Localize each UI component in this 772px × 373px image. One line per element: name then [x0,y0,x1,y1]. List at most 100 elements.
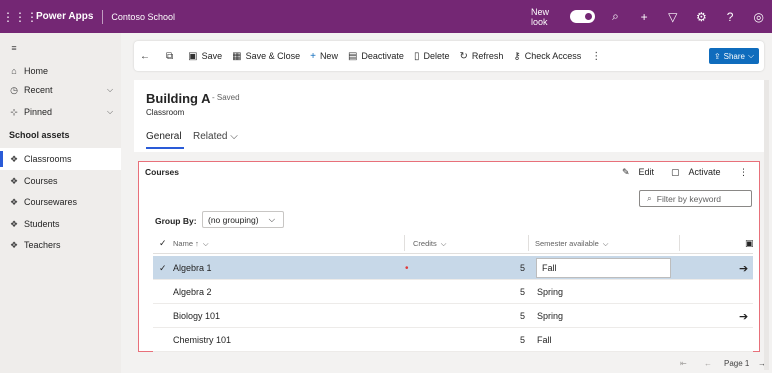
column-header-credits-label: Credits [413,239,437,248]
vertical-scrollbar[interactable] [764,80,769,370]
save-icon: ▣ [188,50,198,62]
active-tab-indicator [146,147,184,149]
add-icon[interactable]: + [630,10,659,24]
column-header-credits[interactable]: Credits ⌵ [413,235,446,252]
edit-label: Edit [638,167,655,177]
popout-icon: ⧉ [166,50,174,62]
previous-page-button[interactable]: ← [704,355,712,371]
open-in-new-window-button[interactable]: ⧉ [160,41,183,71]
refresh-button[interactable]: ↻ Refresh [454,41,508,71]
settings-gear-icon[interactable]: ⚙ [687,10,716,24]
cell-semester[interactable]: Spring [537,304,563,328]
filter-icon[interactable]: ▽ [658,10,687,24]
chevron-down-icon: ⌵ [440,238,447,248]
clock-icon: ◷ [10,84,18,95]
record-entity-name: Classroom [146,108,185,117]
deactivate-button[interactable]: ▤ Deactivate [343,41,409,71]
tab-related-label: Related [193,131,228,142]
tab-general[interactable]: General [146,131,182,142]
share-label: Share [723,51,745,61]
semester-edit-value: Fall [542,263,557,273]
cell-credits[interactable]: 5 [520,304,525,328]
sidebar-section-title: School assets [9,130,70,140]
new-button[interactable]: + New [305,41,343,71]
record-header: Building A - Saved Classroom General Rel… [134,80,764,152]
nav-recent[interactable]: ◷ Recent ⌵ [0,79,121,101]
sidebar-item-courses[interactable]: ❖ Courses [0,170,121,192]
cell-name[interactable]: Algebra 2 [173,280,212,304]
save-button[interactable]: ▣ Save [183,41,227,71]
search-icon[interactable]: ⌕ [601,9,630,24]
cell-credits[interactable]: 5 [520,280,525,304]
tab-related[interactable]: Related ⌵ [193,131,238,142]
more-vertical-icon: ⋮ [739,166,748,177]
app-name[interactable]: Power Apps [36,11,93,22]
cell-credits[interactable]: 5 [520,256,525,280]
filter-by-keyword-input[interactable]: ⌕ Filter by keyword [639,190,752,207]
column-divider[interactable] [679,235,680,251]
copilot-icon[interactable]: ◎ [744,10,772,24]
environment-name[interactable]: Contoso School [111,12,175,22]
semester-edit-field[interactable]: Fall [536,258,671,278]
more-commands-button[interactable]: ⋮ [586,41,610,71]
cell-credits[interactable]: 5 [520,328,525,352]
help-icon[interactable]: ? [716,10,745,24]
column-header-semester[interactable]: Semester available ⌵ [535,235,608,252]
save-close-icon: ▦ [232,50,242,62]
cell-semester[interactable]: Spring [537,280,563,304]
deactivate-icon: ▤ [347,50,358,62]
new-look-toggle[interactable] [570,10,596,23]
deactivate-label: Deactivate [361,51,404,61]
hamburger-icon[interactable]: ≡ [9,43,19,53]
table-row[interactable]: Algebra 2 5 Spring [153,280,753,304]
sidebar-item-coursewares[interactable]: ❖ Coursewares [0,191,121,213]
save-close-label: Save & Close [245,51,301,61]
delete-button[interactable]: ▯ Delete [409,41,455,71]
puzzle-icon: ❖ [9,218,19,229]
back-button[interactable]: ← [134,41,160,71]
command-bar: ← ⧉ ▣ Save ▦ Save & Close + New ▤ Deactivate… [134,41,764,71]
select-all-checkbox[interactable]: ✓ [159,235,167,252]
column-header-name[interactable]: Name ↑ ⌵ [173,235,209,252]
chevron-down-icon[interactable]: ⌵ [107,85,113,95]
cell-name[interactable]: Chemistry 101 [173,328,231,352]
sidebar-item-label: Students [24,219,60,229]
sidebar-item-students[interactable]: ❖ Students [0,213,121,235]
check-access-label: Check Access [524,51,582,61]
sidebar-item-label: Coursewares [24,197,78,207]
column-divider[interactable] [528,235,529,251]
cell-name[interactable]: Algebra 1 [173,256,212,280]
cell-name[interactable]: Biology 101 [173,304,220,328]
save-close-button[interactable]: ▦ Save & Close [227,41,305,71]
nav-pinned[interactable]: ⊹ Pinned ⌵ [0,101,121,123]
subgrid-more-button[interactable]: ⋮ [739,165,748,179]
table-row[interactable]: Biology 101 5 Spring ➔ [153,304,753,328]
group-by-value: (no grouping) [208,214,259,225]
share-icon: ⇪ [713,51,721,61]
app-launcher-icon[interactable]: ⋮⋮⋮ [2,10,38,24]
table-row[interactable]: ✓ Algebra 1 • 5 Fall ➔ [153,256,753,280]
check-access-button[interactable]: ⚷ Check Access [508,41,586,71]
open-record-arrow-icon[interactable]: ➔ [739,256,748,280]
search-icon: ⌕ [647,193,652,203]
sidebar-item-teachers[interactable]: ❖ Teachers [0,234,121,256]
sidebar-item-classrooms[interactable]: ❖ Classrooms [0,148,121,170]
page-number: Page 1 [724,358,750,368]
back-arrow-icon: ← [140,50,150,62]
cell-semester[interactable]: Fall [537,328,552,352]
chevron-down-icon[interactable]: ⌵ [107,107,113,117]
activate-button[interactable]: ▢ Activate [671,165,721,179]
pencil-icon: ✎ [622,166,630,177]
row-checkbox[interactable]: ✓ [159,256,167,280]
record-save-status: - Saved [212,93,240,102]
open-record-arrow-icon[interactable]: ➔ [739,304,748,328]
table-row[interactable]: Chemistry 101 5 Fall [153,328,753,352]
first-page-button[interactable]: ⇤ [680,355,687,371]
share-button[interactable]: ⇪ Share ⌵ [709,48,759,64]
edit-button[interactable]: ✎ Edit [622,165,654,179]
chevron-down-icon: ⌵ [268,214,276,224]
menu-toggle[interactable]: ≡ [0,37,121,59]
save-icon[interactable]: ▣ [745,235,754,252]
group-by-select[interactable]: (no grouping) ⌵ [202,211,284,228]
column-divider[interactable] [404,235,405,251]
